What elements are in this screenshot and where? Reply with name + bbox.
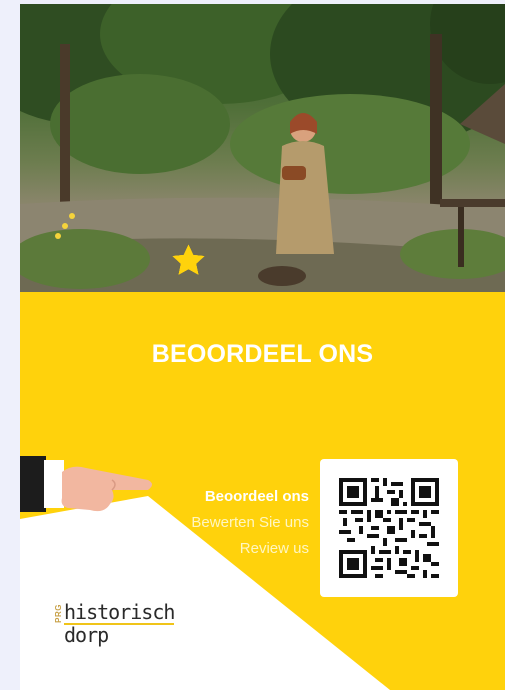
logo-line-1: historisch xyxy=(64,600,175,625)
logo-line-2: dorp xyxy=(64,623,109,647)
review-labels: Beoordeel ons Bewerten Sie uns Review us xyxy=(191,484,309,562)
historisch-dorp-logo: PRG historisch dorp xyxy=(54,600,175,647)
review-label-en: Review us xyxy=(239,540,309,557)
logo-tag: PRG xyxy=(54,604,63,623)
qr-code[interactable] xyxy=(320,459,458,597)
review-label-nl: Beoordeel ons xyxy=(204,488,309,505)
page-title: BEOORDEEL ONS xyxy=(151,340,374,368)
pointing-hand-icon xyxy=(20,456,152,512)
review-card: BEOORDEEL ONS Beoordeel ons Bewerten Sie… xyxy=(20,4,505,690)
review-label-de: Bewerten Sie uns xyxy=(191,514,309,531)
qr-code-icon xyxy=(339,478,439,578)
